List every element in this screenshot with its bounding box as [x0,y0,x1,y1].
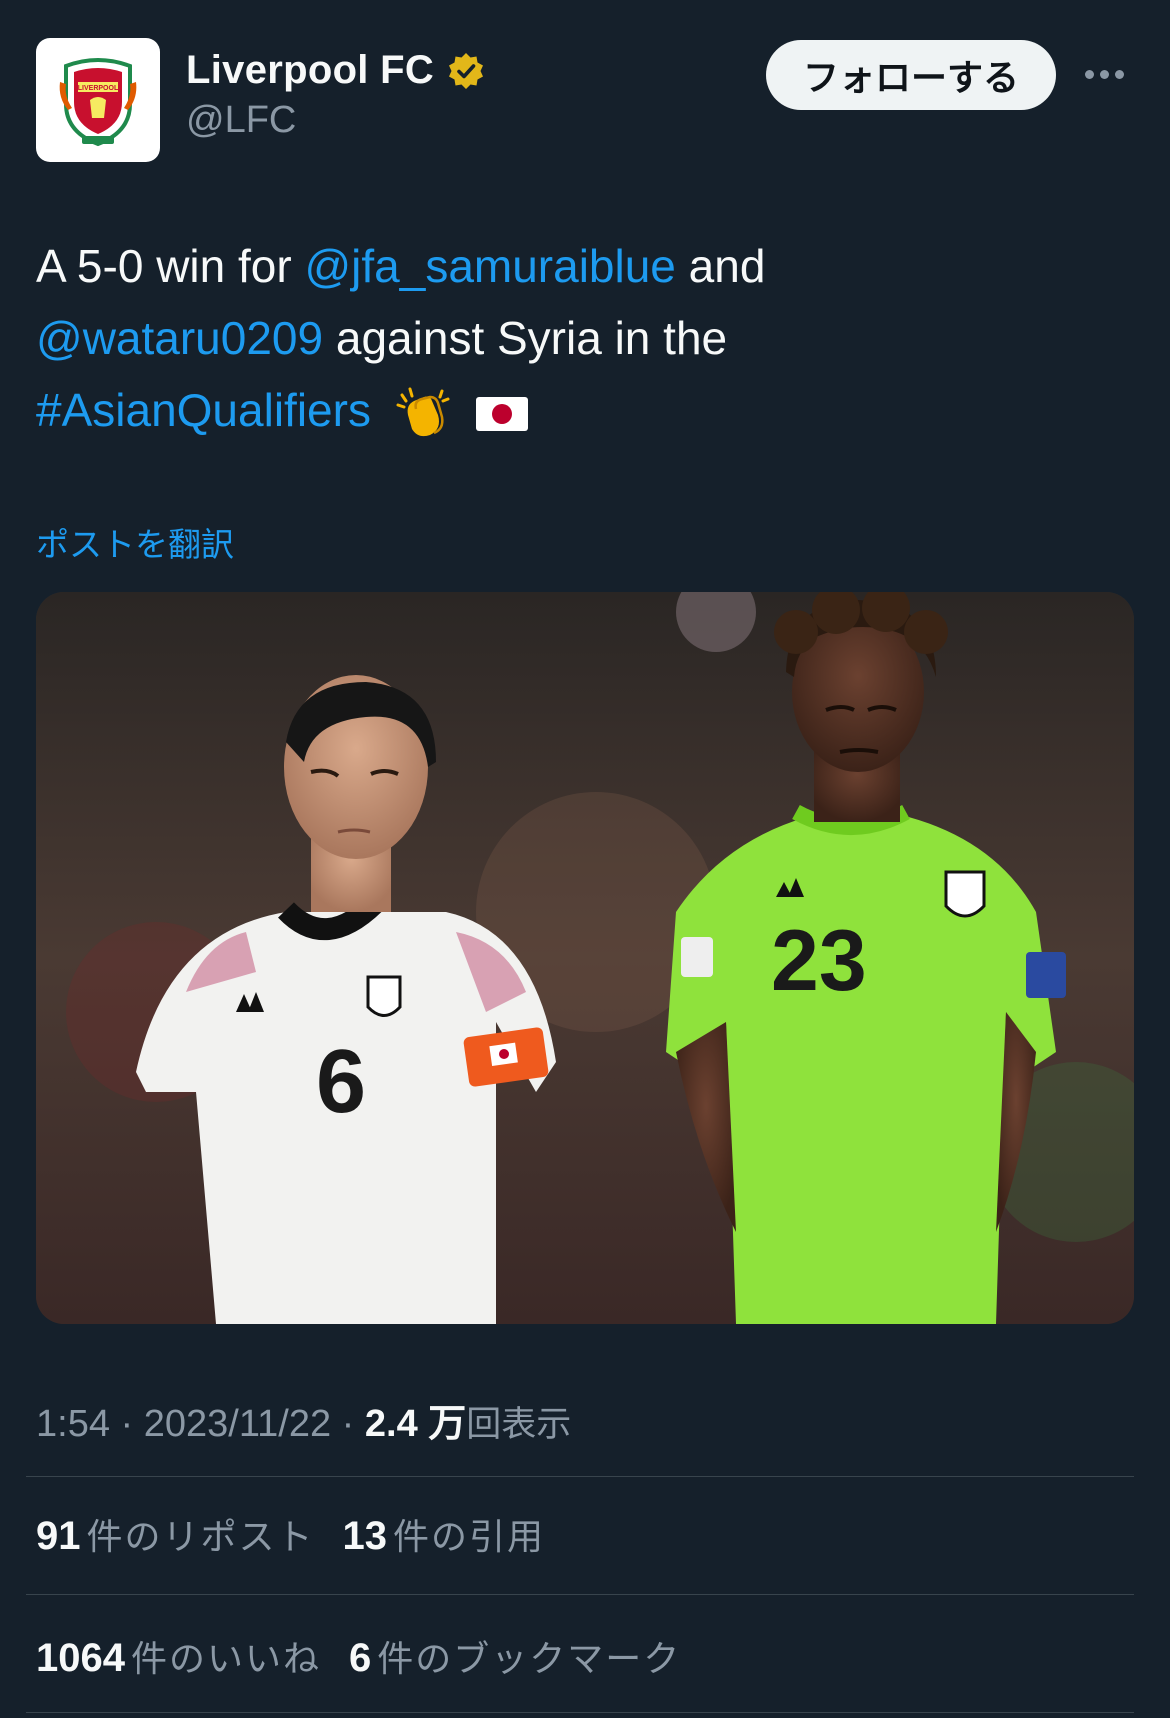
japan-flag-icon [475,396,528,431]
reposts-label: 件のリポスト [86,1517,315,1558]
crest-text: LIVERPOOL [78,85,119,92]
mention-link[interactable]: @jfa_samuraiblue [304,240,675,292]
quotes-label: 件の引用 [393,1517,546,1558]
more-options-icon[interactable] [1074,48,1134,100]
likes-stat[interactable]: 1064 件のいいね [36,1630,321,1682]
jersey-number-left: 6 [316,1032,366,1132]
author-block: Liverpool FC @LFC [186,48,486,142]
follow-button[interactable]: フォローする [766,40,1056,110]
jersey-number-right: 23 [771,913,867,1009]
meta-separator: · [331,1403,365,1445]
views-label: 回表示 [466,1405,572,1445]
tweet-meta: 1:54 · 2023/11/22 · 2.4 万回表示 [36,1392,571,1447]
quotes-stat[interactable]: 13 件の引用 [343,1508,546,1560]
avatar[interactable]: LIVERPOOL [36,38,160,162]
tweet-media-image[interactable]: 6 23 [36,592,1134,1324]
reposts-count: 91 [36,1514,81,1558]
players-photo: 6 23 [36,592,1134,1324]
mention-link[interactable]: @wataru0209 [36,312,323,364]
divider [26,1712,1134,1713]
tweet-detail-page: LIVERPOOL Liverpool FC @LFC フォローする A 5-0… [0,0,1170,1718]
verified-badge-icon [449,52,484,89]
likes-label: 件のいいね [130,1639,321,1680]
tweet-text-part: against Syria in the [323,312,728,364]
bookmarks-count: 6 [349,1636,372,1680]
tweet-text-part: and [675,240,766,292]
reposts-stat[interactable]: 91 件のリポスト [36,1508,315,1560]
divider [26,1476,1134,1477]
hashtag-link[interactable]: #AsianQualifiers [36,384,371,436]
divider [26,1594,1134,1595]
likes-count: 1064 [36,1636,125,1680]
clapping-hands-icon [396,387,450,436]
post-time[interactable]: 1:54 [36,1403,110,1445]
post-date[interactable]: 2023/11/22 [144,1403,331,1445]
translate-post-link[interactable]: ポストを翻訳 [36,518,234,566]
bookmarks-stat[interactable]: 6 件のブックマーク [349,1630,681,1682]
tweet-header: LIVERPOOL Liverpool FC @LFC フォローする [36,38,1134,162]
liverpool-crest-icon: LIVERPOOL [59,58,137,147]
display-name[interactable]: Liverpool FC [186,48,434,93]
stats-row: 1064 件のいいね 6 件のブックマーク [36,1630,681,1682]
stats-row: 91 件のリポスト 13 件の引用 [36,1508,545,1560]
bookmarks-label: 件のブックマーク [377,1639,682,1680]
handle[interactable]: @LFC [186,99,486,142]
tweet-text: A 5-0 win for @jfa_samuraiblue and @wata… [36,230,1126,446]
views-count: 2.4 万 [364,1403,467,1445]
tweet-text-part: A 5-0 win for [36,240,305,292]
quotes-count: 13 [342,1514,388,1558]
meta-separator: · [109,1403,144,1445]
